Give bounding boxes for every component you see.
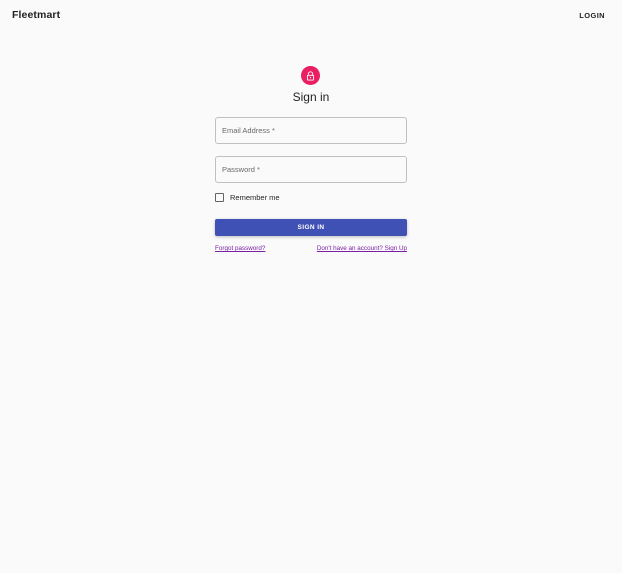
sign-up-link[interactable]: Don't have an account? Sign Up	[317, 245, 407, 252]
brand-title: Fleetmart	[12, 9, 61, 21]
password-field[interactable]: Password *	[215, 156, 407, 183]
login-button[interactable]: LOGIN	[579, 11, 605, 20]
remember-me[interactable]: Remember me	[215, 192, 280, 202]
email-input[interactable]	[216, 118, 406, 143]
email-field[interactable]: Email Address *	[215, 117, 407, 144]
remember-checkbox[interactable]	[215, 192, 224, 202]
page-title: Sign in	[292, 90, 330, 104]
app-bar: Fleetmart LOGIN	[0, 0, 622, 32]
password-input[interactable]	[216, 157, 406, 182]
avatar	[301, 66, 320, 85]
lock-icon	[306, 70, 315, 81]
remember-label: Remember me	[230, 192, 280, 202]
sign-in-button[interactable]: SIGN IN	[215, 219, 407, 236]
forgot-password-link[interactable]: Forgot password?	[215, 245, 265, 252]
